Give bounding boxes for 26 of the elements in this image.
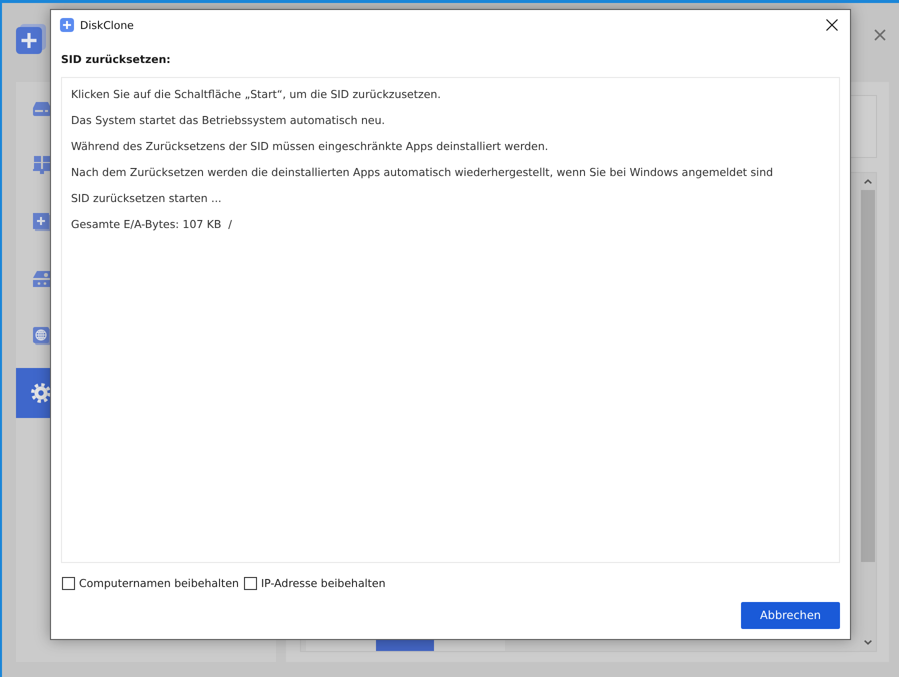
drive-icon <box>33 270 51 288</box>
log-line: Gesamte E/A-Bytes: 107 KB / <box>71 218 232 231</box>
log-line: Während des Zurücksetzens der SID müssen eingeschränkte Apps deinstalliert werden. <box>71 140 548 153</box>
checkbox-label: Computernamen beibehalten <box>79 576 239 590</box>
scroll-down-icon[interactable] <box>864 640 872 645</box>
log-line: SID zurücksetzen starten ... <box>71 192 222 205</box>
log-line: Das System startet das Betriebssystem automatisch neu. <box>71 114 385 127</box>
dialog-heading: SID zurücksetzen: <box>61 52 172 68</box>
globe-icon <box>33 327 51 345</box>
scroll-up-icon[interactable] <box>864 179 872 184</box>
monitor-grid-icon <box>33 156 51 174</box>
sidebar-item[interactable] <box>16 368 52 418</box>
log-line: Klicken Sie auf die Schaltfläche „Start“, um die SID zurückzusetzen. <box>71 88 441 101</box>
plus-logo-icon <box>16 24 46 54</box>
log-line: Nach dem Zurücksetzen werden die deinstallierten Apps automatisch wiederhergestellt, wenn Sie bei Windows angemeldet sind <box>71 166 774 179</box>
plus-app-icon <box>60 18 74 32</box>
plus-icon <box>33 213 51 231</box>
cancel-button[interactable]: Abbrechen <box>741 602 840 629</box>
scrollbar-thumb[interactable] <box>861 190 875 562</box>
checkbox[interactable] <box>62 576 75 590</box>
gear-icon <box>31 383 51 403</box>
checkbox-label: IP-Adresse beibehalten <box>260 576 386 590</box>
dialog-title: DiskClone <box>80 18 134 32</box>
close-icon[interactable] <box>874 29 886 41</box>
close-icon <box>826 19 838 31</box>
checkbox[interactable] <box>244 576 257 590</box>
